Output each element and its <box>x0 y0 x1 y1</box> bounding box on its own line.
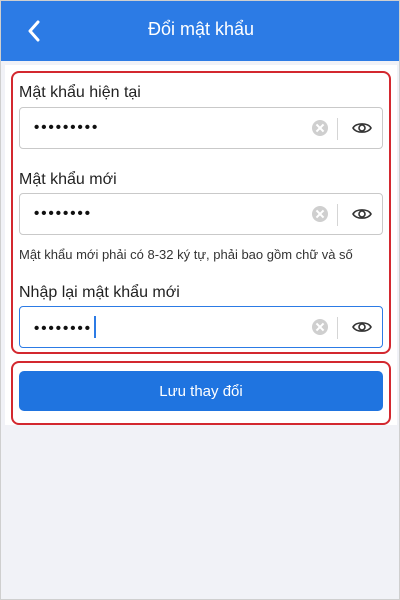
confirm-password-label: Nhập lại mật khẩu mới <box>19 284 180 301</box>
clear-icon[interactable] <box>312 206 328 222</box>
text-cursor <box>94 316 97 338</box>
current-password-value: ••••••••• <box>34 119 100 136</box>
confirm-password-field[interactable]: •••••••• <box>19 306 383 348</box>
save-changes-button[interactable]: Lưu thay đổi <box>19 371 383 411</box>
new-password-value: •••••••• <box>34 205 93 222</box>
password-rule-hint: Mật khẩu mới phải có 8-32 ký tự, phải ba… <box>19 247 353 262</box>
new-password-label: Mật khẩu mới <box>19 171 117 188</box>
current-password-field[interactable]: ••••••••• <box>19 107 383 149</box>
field-divider <box>337 118 338 140</box>
clear-icon[interactable] <box>312 319 328 335</box>
clear-icon[interactable] <box>312 120 328 136</box>
eye-icon[interactable] <box>352 120 372 136</box>
field-divider <box>337 317 338 339</box>
field-divider <box>337 204 338 226</box>
eye-icon[interactable] <box>352 319 372 335</box>
top-bar: Đổi mật khẩu <box>1 1 399 61</box>
page-title: Đổi mật khẩu <box>147 19 255 39</box>
new-password-field[interactable]: •••••••• <box>19 193 383 235</box>
app-screen: Đổi mật khẩu Mật khẩu hiện tại •••••••••… <box>0 0 400 600</box>
confirm-password-value: •••••••• <box>34 316 97 340</box>
current-password-label: Mật khẩu hiện tại <box>19 84 141 101</box>
eye-icon[interactable] <box>352 206 372 222</box>
